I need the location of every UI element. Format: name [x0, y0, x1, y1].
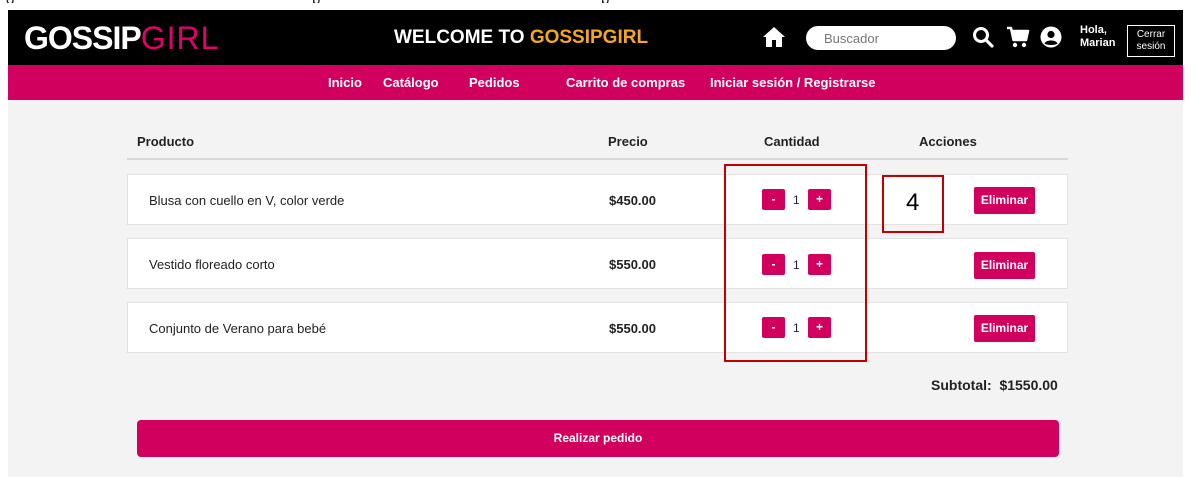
- quantity-highlight-box: [724, 164, 867, 362]
- caption-fragment: p: [312, 0, 320, 3]
- search-input[interactable]: [806, 26, 956, 50]
- subtotal-label: Subtotal:: [931, 377, 992, 393]
- product-price: $550.00: [609, 257, 656, 272]
- delete-button[interactable]: Eliminar: [974, 252, 1035, 279]
- product-price: $550.00: [609, 321, 656, 336]
- nav-item-carrito[interactable]: Carrito de compras: [566, 75, 685, 90]
- nav-item-pedidos[interactable]: Pedidos: [469, 75, 520, 90]
- product-name: Conjunto de Verano para bebé: [149, 321, 327, 336]
- delete-button[interactable]: Eliminar: [974, 315, 1035, 342]
- site-logo[interactable]: GOSSIPGIRL: [24, 20, 219, 57]
- delete-button[interactable]: Eliminar: [974, 187, 1035, 214]
- place-order-button[interactable]: Realizar pedido: [137, 420, 1059, 457]
- nav-item-login[interactable]: Iniciar sesión / Registrarse: [710, 75, 875, 90]
- column-header-acciones: Acciones: [919, 134, 977, 149]
- nav-item-inicio[interactable]: Inicio: [328, 75, 362, 90]
- table-row: Vestido floreado corto $550.00 - 1 + Eli…: [127, 238, 1068, 289]
- product-name: Vestido floreado corto: [149, 257, 275, 272]
- main-nav: Inicio Catálogo Pedidos Carrito de compr…: [8, 65, 1183, 100]
- product-name: Blusa con cuello en V, color verde: [149, 193, 345, 208]
- welcome-prefix: WELCOME TO: [394, 27, 530, 48]
- annotation-badge: 4: [882, 175, 944, 233]
- caption-fragment: p: [601, 0, 609, 3]
- column-header-producto: Producto: [137, 134, 195, 149]
- table-header: Producto Precio Cantidad Acciones: [127, 122, 1068, 160]
- top-header: GOSSIPGIRL WELCOME TO GOSSIPGIRL Hola, M…: [8, 10, 1183, 65]
- subtotal-value: $1550.00: [999, 377, 1058, 393]
- caption-strip: 8 p p: [0, 0, 1191, 3]
- table-row: Conjunto de Verano para bebé $550.00 - 1…: [127, 302, 1068, 353]
- logo-gossip: GOSSIP: [24, 20, 142, 56]
- logout-button[interactable]: Cerrar sesión: [1127, 25, 1175, 57]
- user-icon[interactable]: [1040, 26, 1062, 48]
- search-icon[interactable]: [972, 26, 994, 48]
- logo-girl: GIRL: [140, 20, 220, 56]
- home-icon[interactable]: [762, 26, 786, 48]
- caption-fragment: 8: [6, 0, 14, 3]
- cart-icon[interactable]: [1006, 25, 1030, 49]
- nav-item-catalogo[interactable]: Catálogo: [383, 75, 439, 90]
- welcome-title: WELCOME TO GOSSIPGIRL: [394, 27, 648, 49]
- welcome-brand: GOSSIPGIRL: [529, 27, 649, 48]
- subtotal: Subtotal: $1550.00: [931, 377, 1058, 393]
- product-price: $450.00: [609, 193, 656, 208]
- user-greeting: Hola, Marian: [1080, 24, 1116, 49]
- column-header-cantidad: Cantidad: [764, 134, 820, 149]
- column-header-precio: Precio: [608, 134, 648, 149]
